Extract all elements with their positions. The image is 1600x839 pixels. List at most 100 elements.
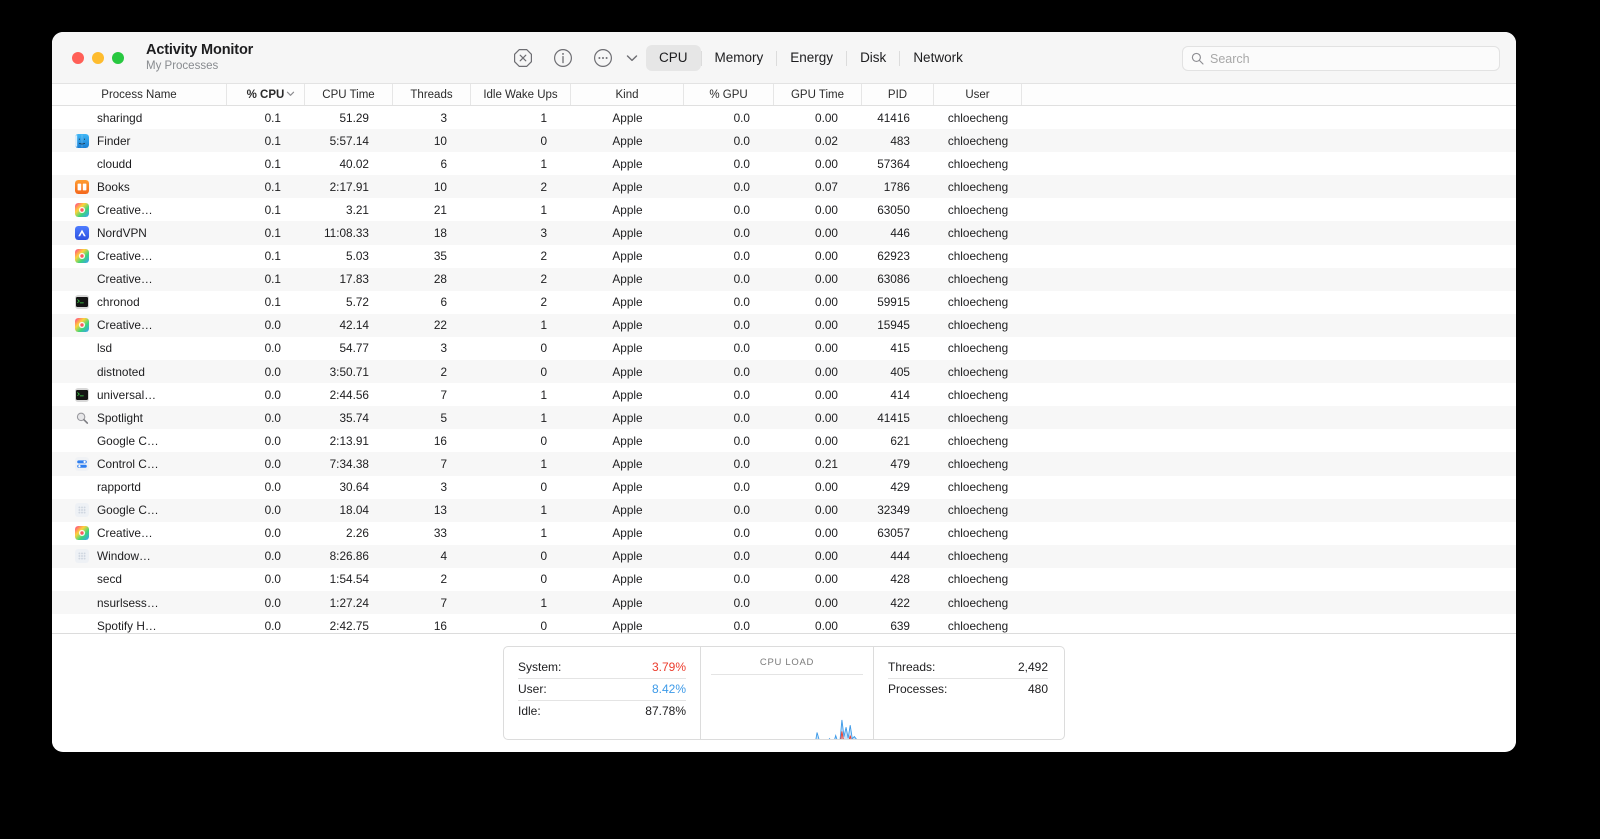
stop-process-icon[interactable] [512, 47, 534, 69]
column-header-process-name[interactable]: Process Name [52, 84, 227, 105]
tab-energy[interactable]: Energy [777, 45, 846, 71]
table-row[interactable]: lsd 0.0 54.77 3 0 Apple 0.0 0.00 415 chloecheng [52, 337, 1516, 360]
table-row[interactable]: distnoted 0.0 3:50.71 2 0 Apple 0.0 0.00 405 chlo… [52, 360, 1516, 384]
window-titlebar: Activity Monitor My Processes CPU Memory… [52, 32, 1516, 84]
table-row[interactable]: Spotlight 0.0 35.74 5 1 Apple 0.0 0.00 41415 chlo… [52, 406, 1516, 430]
table-row[interactable]: Creative… 0.0 42.14 22 1 Apple 0.0 0.00 15945 chl… [52, 313, 1516, 337]
nordvpn-icon [72, 226, 92, 241]
table-row[interactable]: Creative… 0.1 3.21 21 1 Apple 0.0 0.00 63050 chlo… [52, 198, 1516, 221]
table-row[interactable]: Control C… 0.0 7:34.38 7 1 Apple 0.0 0.21 479 chl… [52, 452, 1516, 476]
cell-user: chloecheng [947, 249, 1009, 264]
cell-pid: 429 [890, 480, 910, 495]
cell-idle-wake-ups: 1 [540, 156, 547, 171]
cell-cpu-time: 35.74 [339, 410, 369, 425]
cell-gpu-time: 0.07 [815, 179, 838, 194]
cell-cpu: 0.0 [264, 318, 281, 333]
cell-user: chloecheng [947, 480, 1009, 495]
table-row[interactable]: Finder 0.1 5:57.14 10 0 Apple 0.0 0.02 483 chloec… [52, 129, 1516, 153]
cell-threads: 33 [433, 526, 447, 541]
table-row[interactable]: chronod 0.1 5.72 6 2 Apple 0.0 0.00 59915 chloech… [52, 291, 1516, 314]
cell-cpu-time: 3.21 [346, 202, 369, 217]
table-row[interactable]: nsurlsess… 0.0 1:27.24 7 1 Apple 0.0 0.00 422 chl… [52, 590, 1516, 615]
close-window-button[interactable] [72, 51, 84, 64]
tab-disk[interactable]: Disk [847, 45, 899, 71]
table-row[interactable]: Creative… 0.1 5.03 35 2 Apple 0.0 0.00 62923 chlo… [52, 245, 1516, 268]
table-row[interactable]: Creative… 0.0 2.26 33 1 Apple 0.0 0.00 63057 chlo… [52, 522, 1516, 545]
chevron-down-icon [285, 88, 296, 102]
column-header-threads[interactable]: Threads [393, 84, 471, 105]
app-title: Activity Monitor [146, 41, 254, 58]
cell-cpu-time: 2:17.91 [329, 179, 369, 194]
minimize-window-button[interactable] [92, 51, 104, 64]
cell-cpu: 0.1 [264, 179, 281, 194]
column-header-gpu-time[interactable]: GPU Time [774, 84, 862, 105]
cell-threads: 21 [433, 202, 447, 217]
cell-process-name: NordVPN [52, 226, 227, 241]
cell-pid: 63086 [877, 272, 910, 287]
tab-network[interactable]: Network [900, 45, 976, 71]
table-row[interactable]: Google C… 0.0 2:13.91 16 0 Apple 0.0 0.00 621 chl… [52, 429, 1516, 452]
search-icon [1191, 52, 1204, 65]
cell-kind: Apple [612, 133, 643, 148]
column-header-idle-wake-ups[interactable]: Idle Wake Ups [471, 84, 571, 105]
table-row[interactable]: NordVPN 0.1 11:08.33 18 3 Apple 0.0 0.00 446 chlo… [52, 221, 1516, 245]
cell-kind: Apple [612, 318, 643, 333]
cell-cpu: 0.1 [264, 249, 281, 264]
cell-pid: 41416 [877, 110, 910, 125]
process-name: Spotify H… [97, 618, 157, 633]
more-options-icon[interactable] [592, 47, 614, 69]
table-row[interactable]: Books 0.1 2:17.91 10 2 Apple 0.0 0.07 1786 chloec… [52, 175, 1516, 199]
column-header-spacer[interactable] [1022, 84, 1516, 105]
cell-cpu: 0.0 [264, 618, 281, 633]
column-header-kind[interactable]: Kind [571, 84, 684, 105]
column-header-gpu[interactable]: % GPU [684, 84, 774, 105]
cell-gpu-time: 0.00 [815, 295, 838, 310]
table-row[interactable]: Spotify H… 0.0 2:42.75 16 0 Apple 0.0 0.00 639 ch… [52, 614, 1516, 633]
table-row[interactable]: Google C… 0.0 18.04 13 1 Apple 0.0 0.00 32349 chl… [52, 498, 1516, 522]
cell-pid: 41415 [877, 410, 910, 425]
column-header-cpu-time[interactable]: CPU Time [305, 84, 393, 105]
cell-kind: Apple [612, 410, 643, 425]
chevron-down-icon[interactable] [621, 47, 643, 69]
tab-memory[interactable]: Memory [702, 45, 777, 71]
cell-gpu-time: 0.00 [815, 503, 838, 518]
table-row[interactable]: sharingd 0.1 51.29 3 1 Apple 0.0 0.00 41416 chloe… [52, 106, 1516, 129]
cell-threads: 6 [440, 295, 447, 310]
cell-process-name: sharingd [52, 110, 227, 125]
cell-idle-wake-ups: 0 [540, 341, 547, 356]
cell-cpu: 0.0 [264, 549, 281, 564]
column-header-user[interactable]: User [934, 84, 1022, 105]
table-row[interactable]: rapportd 0.0 30.64 3 0 Apple 0.0 0.00 429 chloech… [52, 476, 1516, 499]
search-input[interactable] [1210, 51, 1491, 66]
column-header-pid[interactable]: PID [862, 84, 934, 105]
maximize-window-button[interactable] [112, 51, 124, 64]
table-row[interactable]: cloudd 0.1 40.02 6 1 Apple 0.0 0.00 57364 chloech… [52, 152, 1516, 175]
process-table[interactable]: sharingd 0.1 51.29 3 1 Apple 0.0 0.00 41416 chloe… [52, 106, 1516, 633]
cell-pid: 405 [890, 364, 910, 379]
search-field[interactable] [1182, 46, 1500, 71]
cell-user: chloecheng [947, 572, 1009, 587]
process-name: Control C… [97, 456, 159, 471]
table-row[interactable]: universal… 0.0 2:44.56 7 1 Apple 0.0 0.00 414 chl… [52, 383, 1516, 406]
table-row[interactable]: Window… 0.0 8:26.86 4 0 Apple 0.0 0.00 444 chloec… [52, 544, 1516, 568]
cell-gpu: 0.0 [733, 364, 750, 379]
inspect-process-icon[interactable] [552, 47, 574, 69]
tab-cpu[interactable]: CPU [646, 45, 701, 71]
cell-gpu-time: 0.00 [815, 480, 838, 495]
statistics-footer: System: 3.79% User: 8.42% Idle: 87.78% CPU LO… [52, 633, 1516, 751]
column-header-cpu[interactable]: % CPU [227, 84, 305, 105]
cell-process-name: nsurlsess… [52, 595, 227, 610]
cell-user: chloecheng [947, 503, 1009, 518]
table-row[interactable]: Creative… 0.1 17.83 28 2 Apple 0.0 0.00 63086 chl… [52, 267, 1516, 291]
cell-user: chloecheng [947, 526, 1009, 541]
table-row[interactable]: secd 0.0 1:54.54 2 0 Apple 0.0 0.00 428 chloechen… [52, 568, 1516, 591]
cell-cpu: 0.1 [264, 156, 281, 171]
cell-gpu: 0.0 [733, 272, 750, 287]
cell-user: chloecheng [947, 618, 1009, 633]
cell-idle-wake-ups: 1 [540, 526, 547, 541]
process-icon-placeholder [72, 110, 92, 125]
cell-threads: 5 [440, 410, 447, 425]
column-header-label: PID [887, 88, 908, 101]
process-name: sharingd [97, 110, 143, 125]
system-count-label: Processes: [888, 682, 948, 696]
